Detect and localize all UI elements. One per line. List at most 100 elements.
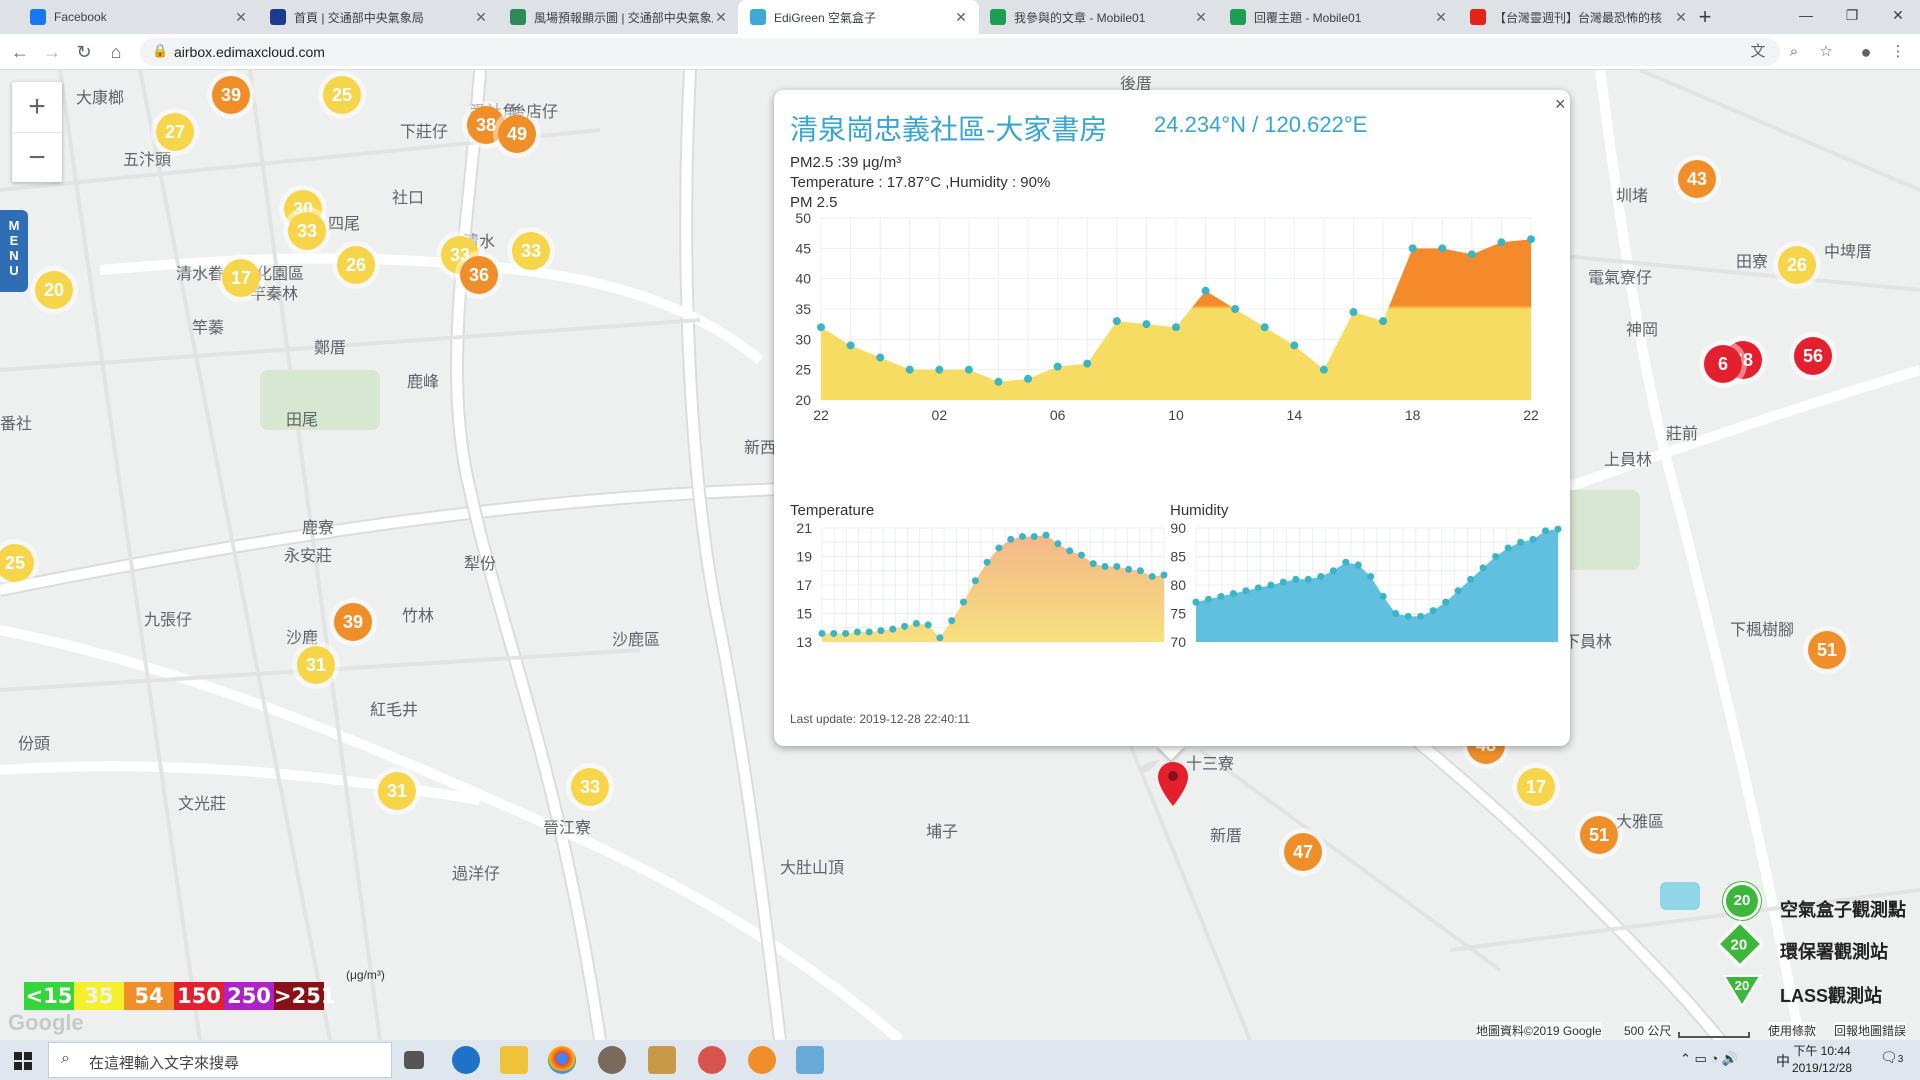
taskbar-search-box[interactable]: ⌕ 在這裡輸入文字來搜尋 (48, 1042, 392, 1078)
map-marker[interactable]: 39 (334, 603, 372, 641)
x-tick-label: 10 (1168, 407, 1184, 423)
report-map-error-link[interactable]: 回報地圖錯誤 (1834, 1022, 1907, 1039)
map-marker[interactable]: 33 (288, 212, 326, 250)
terms-link[interactable]: 使用條款 (1768, 1022, 1817, 1039)
map-marker[interactable]: 51 (1808, 631, 1846, 669)
y-tick-label: 20 (795, 392, 811, 408)
reload-icon[interactable]: ↻ (72, 40, 96, 64)
map-marker[interactable]: 17 (222, 259, 260, 297)
data-point (1467, 250, 1476, 259)
task-view-icon[interactable] (404, 1051, 424, 1069)
map-marker[interactable]: 33 (512, 232, 550, 270)
windows-start-icon[interactable] (14, 1052, 32, 1070)
map-marker[interactable]: 26 (337, 246, 375, 284)
data-point (865, 628, 873, 636)
clock[interactable]: 下午 10:44 2019/12/28 (1792, 1043, 1852, 1077)
map-marker[interactable]: 31 (297, 646, 335, 684)
forward-icon[interactable]: → (40, 40, 64, 64)
browser-tab[interactable]: 【台灣靈週刊】台灣最恐怖的核 ✕ (1458, 0, 1699, 34)
maximize-button[interactable]: ❐ (1829, 0, 1875, 34)
map-marker[interactable]: 31 (378, 772, 416, 810)
profile-avatar-icon[interactable]: ● (1856, 42, 1876, 62)
map-marker[interactable]: 6 (1704, 345, 1742, 383)
browser-tab[interactable]: 回覆主題 - Mobile01 ✕ (1218, 0, 1459, 34)
browser-tab[interactable]: 風場預報顯示圖 | 交通部中央氣象局 ✕ (498, 0, 739, 34)
browser-tab[interactable]: 我參與的文章 - Mobile01 ✕ (978, 0, 1219, 34)
close-window-button[interactable]: ✕ (1875, 0, 1920, 34)
map-marker[interactable]: 20 (35, 271, 73, 309)
close-icon[interactable]: × (1555, 94, 1566, 115)
tab-close-icon[interactable]: ✕ (233, 9, 249, 26)
zoom-control: + − (12, 82, 62, 182)
browser-tab[interactable]: EdiGreen 空氣盒子 ✕ (738, 0, 979, 34)
app-icon-4[interactable] (748, 1046, 776, 1074)
map-marker[interactable]: 56 (1794, 337, 1832, 375)
data-point (1349, 308, 1358, 317)
new-tab-button[interactable]: + (1692, 4, 1718, 30)
menu-kebab-icon[interactable]: ⋮ (1888, 42, 1908, 62)
x-tick-label: 22 (813, 407, 829, 423)
data-point (1066, 547, 1074, 555)
data-point (1379, 317, 1388, 326)
app-icon-5[interactable] (796, 1046, 824, 1074)
file-explorer-icon[interactable] (500, 1046, 528, 1074)
address-bar[interactable]: 🔒 airbox.edimaxcloud.com (140, 38, 1780, 66)
map-marker[interactable]: 26 (1778, 246, 1816, 284)
app-icon-1[interactable] (598, 1046, 626, 1074)
map-marker[interactable]: 51 (1580, 816, 1618, 854)
map-place-label: 紅毛井 (370, 702, 419, 719)
ime-indicator[interactable]: 中 (1776, 1051, 1790, 1071)
x-tick-label: 18 (1405, 407, 1421, 423)
data-point (1217, 592, 1225, 600)
tab-close-icon[interactable]: ✕ (713, 9, 729, 26)
map-place-label: 莊前 (1666, 426, 1699, 443)
map-marker[interactable]: 36 (460, 256, 498, 294)
map-marker[interactable]: 17 (1517, 768, 1555, 806)
map-marker[interactable]: 33 (571, 768, 609, 806)
bookmark-star-icon[interactable]: ☆ (1816, 42, 1836, 62)
y-tick-label: 85 (1170, 549, 1186, 565)
data-point (1554, 525, 1562, 533)
y-tick-label: 25 (795, 362, 811, 378)
y-tick-label: 35 (795, 301, 811, 317)
tab-close-icon[interactable]: ✕ (1673, 9, 1689, 26)
home-icon[interactable]: ⌂ (104, 40, 128, 64)
tab-close-icon[interactable]: ✕ (473, 9, 489, 26)
minimize-button[interactable]: — (1783, 0, 1829, 34)
edge-browser-icon[interactable] (452, 1046, 480, 1074)
menu-button[interactable]: MENU (0, 210, 28, 292)
tab-title: 首頁 | 交通部中央氣象局 (294, 10, 424, 25)
app-icon-2[interactable] (648, 1046, 676, 1074)
data-point (1042, 531, 1050, 539)
map-marker[interactable]: 27 (156, 113, 194, 151)
back-icon[interactable]: ← (8, 40, 32, 64)
app-icon-3[interactable] (698, 1046, 726, 1074)
chrome-icon[interactable] (548, 1046, 576, 1074)
zoom-in-button[interactable]: + (12, 82, 62, 132)
map-marker[interactable]: 43 (1678, 160, 1716, 198)
map-scale-bar (1678, 1032, 1750, 1038)
tab-close-icon[interactable]: ✕ (953, 9, 969, 26)
map-marker[interactable]: 25 (323, 76, 361, 114)
browser-tab[interactable]: 首頁 | 交通部中央氣象局 ✕ (258, 0, 499, 34)
map-marker[interactable]: 39 (212, 76, 250, 114)
zoom-out-button[interactable]: − (12, 132, 62, 182)
tab-close-icon[interactable]: ✕ (1433, 9, 1449, 26)
map-place-label: 下莊仔 (400, 124, 449, 141)
humidity-chart: 70 75 80 85 90 (1170, 520, 1562, 650)
zoom-icon[interactable]: ⌕ (1784, 42, 1804, 62)
selected-location-pin-icon[interactable] (1158, 762, 1188, 806)
map-place-label: 竿蓁 (192, 320, 225, 337)
map-view[interactable]: 大康榔五汴頭下莊仔番社角後店仔社口四尾清水清水眷村文化園區竿秦林竿蓁鄭厝鹿峰田尾… (0, 70, 1920, 1040)
tab-close-icon[interactable]: ✕ (1193, 9, 1209, 26)
map-marker[interactable]: 49 (498, 115, 536, 153)
data-point (1267, 581, 1275, 589)
notification-center-icon[interactable]: 🗨3 (1880, 1049, 1903, 1066)
airbox-device-icon (1660, 882, 1700, 910)
map-marker[interactable]: 47 (1284, 833, 1322, 871)
station-coordinates: 24.234°N / 120.622°E (1154, 112, 1368, 137)
tab-favicon-icon (270, 9, 286, 25)
system-tray-icons[interactable]: ⌃ ▭ ◔ 🔊 (1680, 1051, 1738, 1067)
translate-icon[interactable]: 文 (1748, 42, 1768, 62)
browser-tab[interactable]: Facebook ✕ (18, 0, 259, 34)
